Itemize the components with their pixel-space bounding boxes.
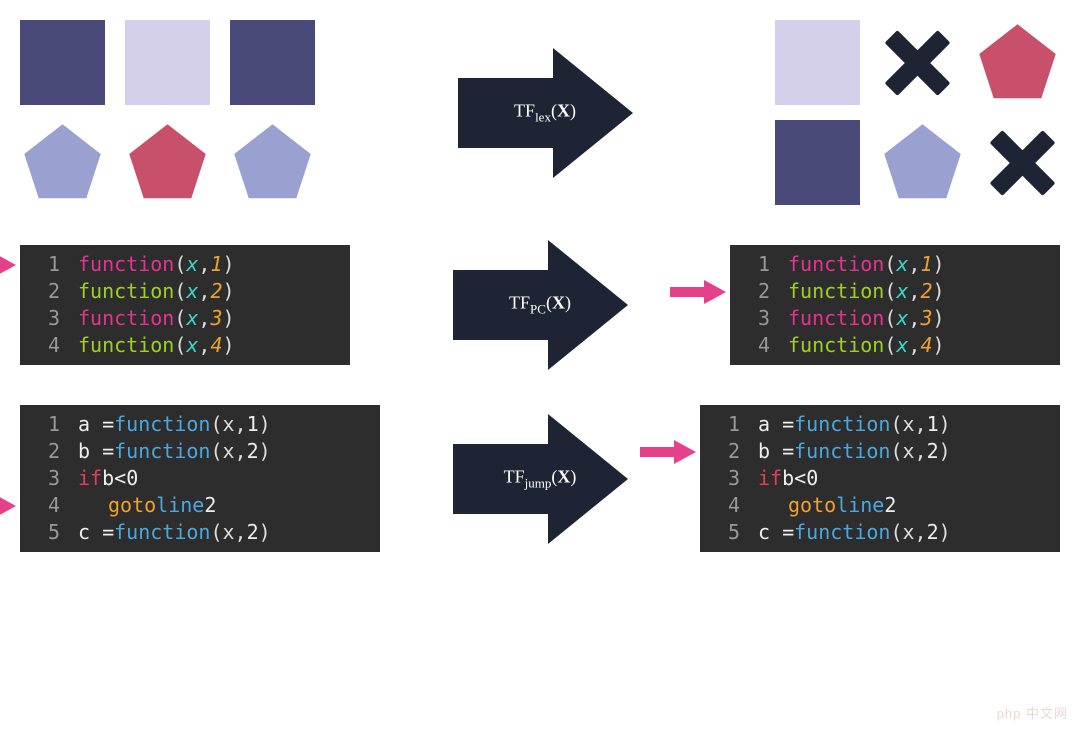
code-line: 3if b<0 [30, 465, 370, 492]
code-line: 5c = function(x,2) [710, 519, 1050, 546]
code-line: 1a = function(x,1) [30, 411, 370, 438]
code-line: 2b = function(x,2) [30, 438, 370, 465]
square-shape [20, 20, 105, 105]
x-icon [880, 25, 955, 100]
square-shape [125, 20, 210, 105]
code-line: 4goto line 2 [710, 492, 1050, 519]
code-line: 3function(x,3) [740, 305, 1050, 332]
code-line: 1function(x,1) [30, 251, 340, 278]
pentagon-shape [230, 120, 315, 205]
watermark: php 中文网 [997, 703, 1068, 722]
left-shapes [20, 20, 315, 205]
left-code-pc: 1function(x,1)2function(x,2)3function(x,… [20, 245, 350, 365]
pentagon-shape [975, 20, 1060, 105]
transformation-row-pc: 1function(x,1)2function(x,2)3function(x,… [20, 240, 1060, 370]
pentagon-shape [880, 120, 965, 205]
x-icon [985, 125, 1060, 200]
pentagon-shape [125, 120, 210, 205]
arrow-label-jump: TFjump(X) [504, 466, 577, 491]
code-line: 3function(x,3) [30, 305, 340, 332]
code-line: 4goto line 2 [30, 492, 370, 519]
arrow-jump: TFjump(X) [453, 414, 628, 544]
arrow-label-pc: TFPC(X) [509, 293, 571, 318]
arrow-label-lex: TFlex(X) [514, 100, 576, 125]
code-line: 2function(x,2) [740, 278, 1050, 305]
pointer-arrow-icon [0, 253, 16, 277]
code-line: 2function(x,2) [30, 278, 340, 305]
arrow-pc: TFPC(X) [453, 240, 628, 370]
pointer-arrow-icon [640, 440, 696, 464]
code-line: 1function(x,1) [740, 251, 1050, 278]
pentagon-shape [20, 120, 105, 205]
code-line: 1a = function(x,1) [710, 411, 1050, 438]
square-shape [775, 20, 860, 105]
square-shape [775, 120, 860, 205]
code-line: 5c = function(x,2) [30, 519, 370, 546]
pointer-arrow-icon [670, 280, 726, 304]
square-shape [230, 20, 315, 105]
arrow-lex: TFlex(X) [458, 48, 633, 178]
right-code-pc: 1function(x,1)2function(x,2)3function(x,… [730, 245, 1060, 365]
right-shapes [775, 20, 1060, 205]
code-line: 4function(x,4) [740, 332, 1050, 359]
code-line: 3if b<0 [710, 465, 1050, 492]
code-line: 2b = function(x,2) [710, 438, 1050, 465]
transformation-row-lex: TFlex(X) [20, 20, 1060, 205]
left-code-jump: 1a = function(x,1)2b = function(x,2)3if … [20, 405, 380, 552]
code-line: 4function(x,4) [30, 332, 340, 359]
transformation-row-jump: 1a = function(x,1)2b = function(x,2)3if … [20, 405, 1060, 552]
pointer-arrow-icon [0, 494, 16, 518]
right-code-jump: 1a = function(x,1)2b = function(x,2)3if … [700, 405, 1060, 552]
